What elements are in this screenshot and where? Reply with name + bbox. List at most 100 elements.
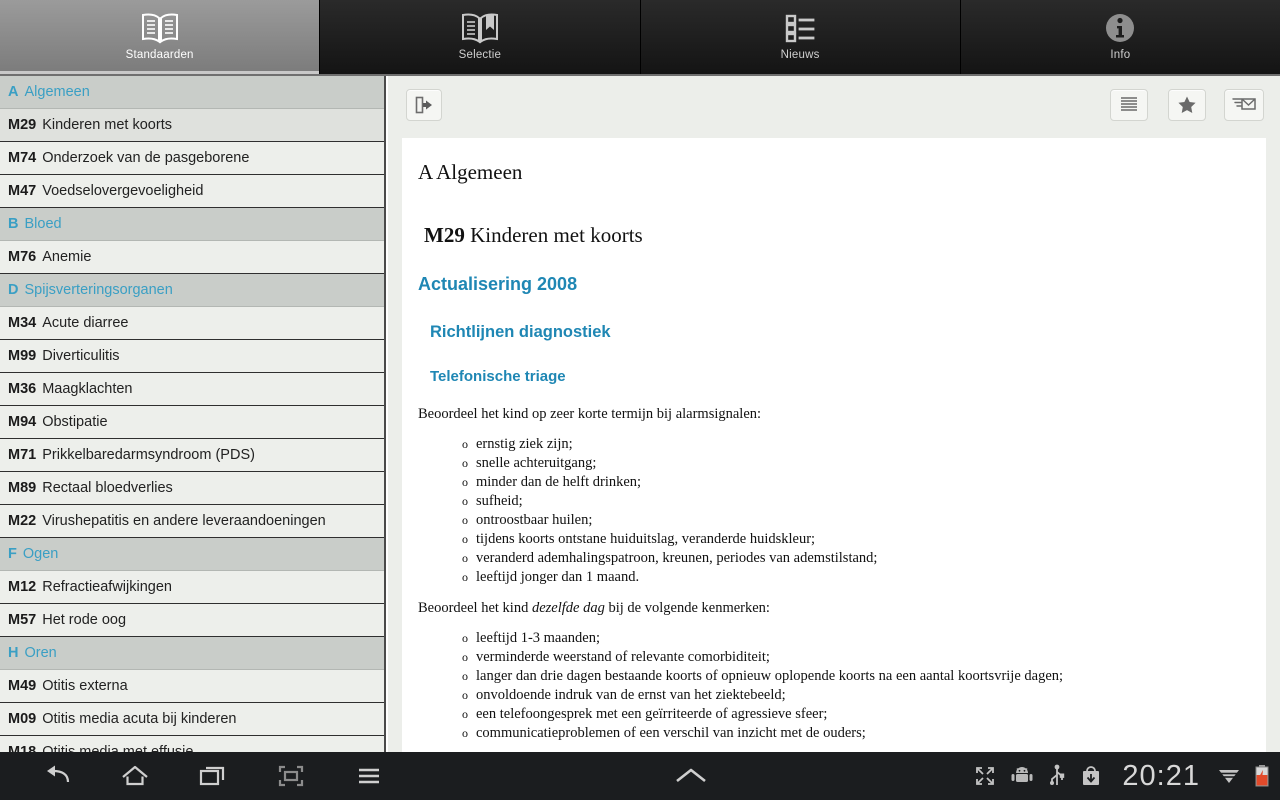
sidebar-row-label: Prikkelbaredarmsyndroom (PDS) — [42, 447, 255, 463]
doc-list-item: langer dan drie dagen bestaande koorts o… — [418, 667, 1250, 686]
doc-list-item: leeftijd jonger dan 1 maand. — [418, 568, 1250, 587]
tab-standaarden[interactable]: Standaarden — [0, 0, 321, 74]
sidebar-row-code: M57 — [8, 612, 37, 628]
sidebar-row-label: Virushepatitis en andere leveraandoening… — [42, 513, 326, 529]
sidebar-row-label: Voedselovergevoeligheid — [42, 183, 204, 199]
doc-list-item: snelle achteruitgang; — [418, 454, 1250, 473]
menu-icon[interactable] — [330, 752, 408, 800]
star-icon[interactable] — [1168, 89, 1206, 121]
tab-selectie-label: Selectie — [458, 49, 502, 61]
sidebar-row-code: M76 — [8, 249, 37, 265]
sidebar-item-M57[interactable]: M57 Het rode oog — [0, 604, 384, 637]
sidebar-row-label: Onderzoek van de pasgeborene — [42, 150, 250, 166]
document-body[interactable]: A Algemeen M29 Kinderen met koorts Actua… — [402, 138, 1266, 752]
sidebar-row-label: Otitis externa — [42, 678, 128, 694]
doc-list-item: ontroostbaar huilen; — [418, 511, 1250, 530]
sidebar-item-M09[interactable]: M09 Otitis media acuta bij kinderen — [0, 703, 384, 736]
sidebar-row-label: Het rode oog — [42, 612, 127, 628]
sidebar-item-M74[interactable]: M74 Onderzoek van de pasgeborene — [0, 142, 384, 175]
doc-list-item: tijdens koorts ontstane huiduitslag, ver… — [418, 530, 1250, 549]
sidebar-row-label: Kinderen met koorts — [42, 117, 172, 133]
bullet-list-icon — [779, 8, 821, 48]
sidebar-row-label: Ogen — [22, 546, 59, 562]
doc-list-item: communicatieproblemen of een verschil va… — [418, 724, 1250, 743]
sidebar-row-label: Bloed — [24, 216, 62, 232]
battery-charging-icon[interactable] — [1254, 764, 1270, 788]
doc-list-item: minder dan de helft drinken; — [418, 473, 1250, 492]
sidebar-row-code: M12 — [8, 579, 37, 595]
sidebar-row-code: M47 — [8, 183, 37, 199]
tab-nieuws[interactable]: Nieuws — [640, 0, 961, 74]
screenshot-icon[interactable] — [252, 752, 330, 800]
sidebar-row-code: M09 — [8, 711, 37, 727]
sidebar-row-label: Otitis media acuta bij kinderen — [42, 711, 237, 727]
collapse-panel-left-icon[interactable] — [406, 89, 442, 121]
sidebar-item-M36[interactable]: M36 Maagklachten — [0, 373, 384, 406]
doc-paragraph-2-emphasis: dezelfde dag — [531, 600, 605, 617]
navigation-buttons — [0, 752, 408, 800]
sidebar-item-M99[interactable]: M99 Diverticulitis — [0, 340, 384, 373]
text-lines-icon[interactable] — [1110, 89, 1148, 121]
android-debug-icon[interactable] — [1010, 766, 1034, 786]
envelope-send-icon[interactable] — [1224, 89, 1264, 121]
sidebar-item-M71[interactable]: M71 Prikkelbaredarmsyndroom (PDS) — [0, 439, 384, 472]
doc-standard-code: M29 — [424, 223, 465, 247]
sidebar-item-M47[interactable]: M47 Voedselovergevoeligheid — [0, 175, 384, 208]
sidebar-section-B[interactable]: B Bloed — [0, 208, 384, 241]
usb-icon[interactable] — [1048, 764, 1066, 788]
tab-selectie[interactable]: Selectie — [320, 0, 641, 74]
sidebar-item-M94[interactable]: M94 Obstipatie — [0, 406, 384, 439]
sidebar-item-M29[interactable]: M29 Kinderen met koorts — [0, 109, 384, 142]
wifi-icon[interactable] — [1218, 766, 1240, 786]
sidebar-row-code: M36 — [8, 381, 37, 397]
sidebar-row-label: Otitis media met effusie — [42, 744, 194, 752]
tab-info[interactable]: Info — [960, 0, 1280, 74]
sidebar-item-M18[interactable]: M18 Otitis media met effusie — [0, 736, 384, 752]
doc-list-item: een telefoongesprek met een geïrriteerde… — [418, 705, 1250, 724]
book-bookmark-icon — [459, 8, 501, 48]
recents-icon[interactable] — [174, 752, 252, 800]
doc-list-item: verminderde weerstand of relevante comor… — [418, 648, 1250, 667]
sidebar-row-code: M99 — [8, 348, 37, 364]
sidebar-section-F[interactable]: F Ogen — [0, 538, 384, 571]
doc-section-triage: Telefonische triage — [430, 368, 566, 385]
home-icon[interactable] — [96, 752, 174, 800]
standards-list-sidebar[interactable]: A Algemeen M29 Kinderen met koorts M74 Onderz… — [0, 76, 386, 752]
doc-section-actualisering: Actualisering 2008 — [418, 274, 578, 294]
back-icon[interactable] — [18, 752, 96, 800]
sidebar-item-M12[interactable]: M12 Refractieafwijkingen — [0, 571, 384, 604]
sidebar-row-code: M49 — [8, 678, 37, 694]
sidebar-item-M49[interactable]: M49 Otitis externa — [0, 670, 384, 703]
download-icon[interactable] — [1080, 765, 1102, 787]
sidebar-row-label: Rectaal bloedverlies — [42, 480, 173, 496]
sidebar-row-label: Maagklachten — [42, 381, 133, 397]
sidebar-row-code: M71 — [8, 447, 37, 463]
doc-section-richtlijnen: Richtlijnen diagnostiek — [430, 323, 611, 341]
sidebar-row-code: M29 — [8, 117, 37, 133]
doc-list-item: sufheid; — [418, 492, 1250, 511]
sidebar-row-code: A — [8, 84, 19, 100]
sidebar-section-D[interactable]: D Spijsverteringsorganen — [0, 274, 384, 307]
fullscreen-icon[interactable] — [974, 765, 996, 787]
android-system-bar: 20:21 — [0, 752, 1280, 800]
open-book-icon — [139, 8, 181, 48]
sidebar-section-A[interactable]: A Algemeen — [0, 76, 384, 109]
sidebar-item-M34[interactable]: M34 Acute diarree — [0, 307, 384, 340]
sidebar-row-code: H — [8, 645, 19, 661]
content-toolbar — [388, 76, 1280, 138]
doc-alarm-list: ernstig ziek zijn;snelle achteruitgang;m… — [418, 435, 1250, 587]
tab-standaarden-label: Standaarden — [125, 49, 194, 61]
top-tab-bar: Standaarden Selectie Nieuws Info — [0, 0, 1280, 74]
sidebar-row-label: Refractieafwijkingen — [42, 579, 172, 595]
sidebar-item-M89[interactable]: M89 Rectaal bloedverlies — [0, 472, 384, 505]
sidebar-item-M76[interactable]: M76 Anemie — [0, 241, 384, 274]
info-circle-icon — [1099, 8, 1141, 48]
chevron-up-icon[interactable] — [408, 752, 974, 800]
doc-paragraph-2-after: bij de volgende kenmerken: — [604, 600, 770, 617]
sidebar-section-H[interactable]: H Oren — [0, 637, 384, 670]
sidebar-item-M22[interactable]: M22 Virushepatitis en andere leveraandoen… — [0, 505, 384, 538]
sidebar-row-label: Oren — [24, 645, 57, 661]
sidebar-row-label: Obstipatie — [42, 414, 108, 430]
sidebar-row-code: M74 — [8, 150, 37, 166]
clock: 20:21 — [1122, 759, 1200, 792]
